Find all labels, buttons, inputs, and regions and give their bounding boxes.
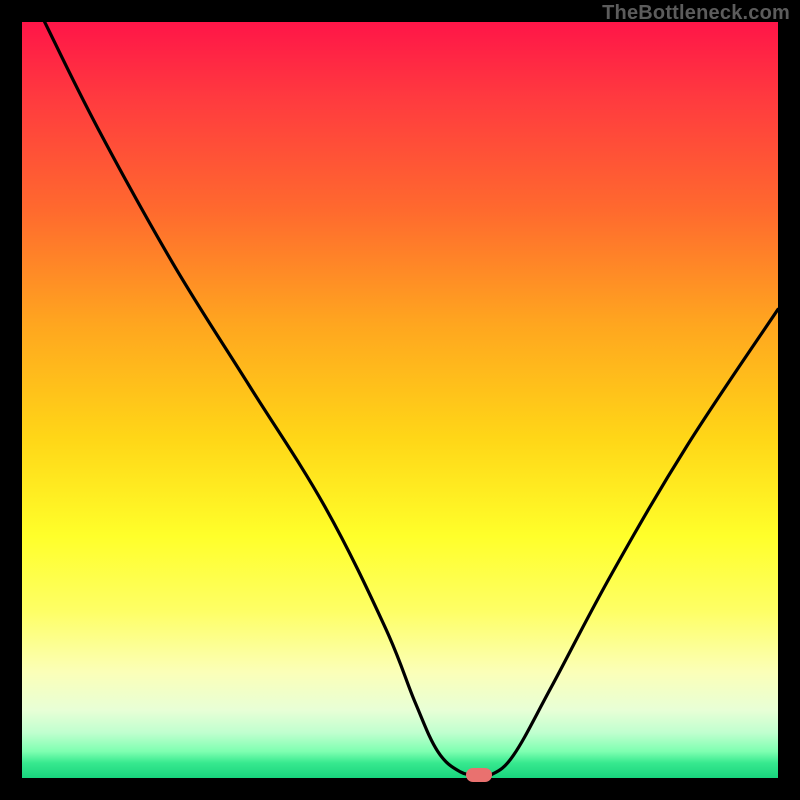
watermark-text: TheBottleneck.com xyxy=(602,2,790,25)
optimal-point-marker xyxy=(466,768,492,782)
bottleneck-curve xyxy=(22,22,778,778)
plot-area xyxy=(22,22,778,778)
chart-frame: TheBottleneck.com xyxy=(0,0,800,800)
